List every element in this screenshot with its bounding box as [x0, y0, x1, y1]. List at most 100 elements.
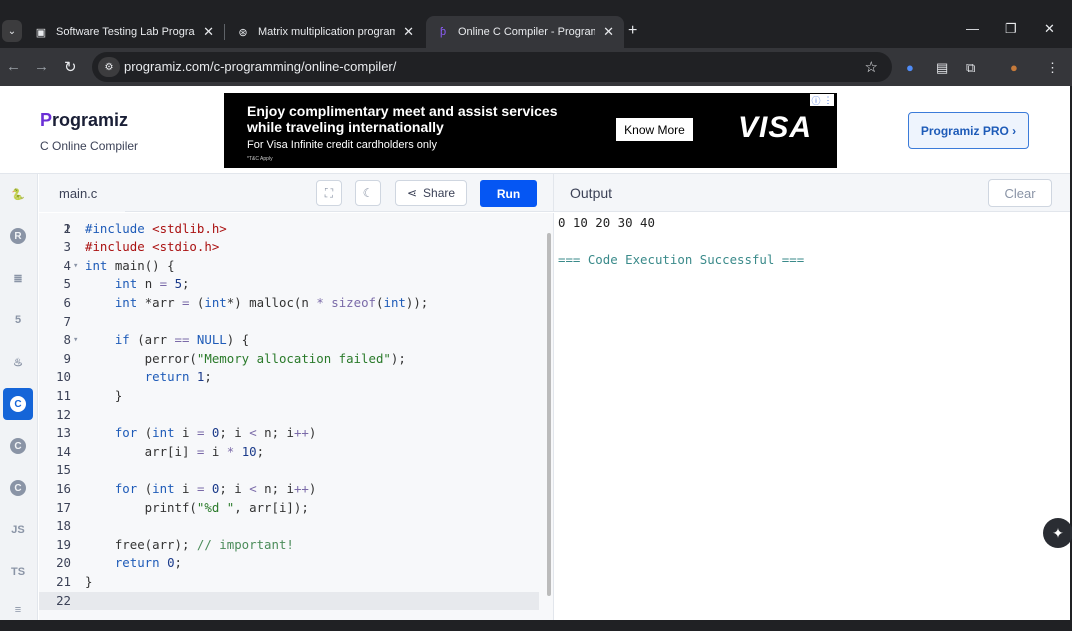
code-text: #include <stdlib.h> [85, 220, 227, 236]
lang-label: ≣ [13, 272, 23, 285]
close-tab-icon[interactable]: ✕ [603, 24, 614, 40]
ai-sparkle-icon[interactable]: ✦ [1043, 518, 1072, 548]
close-window-icon[interactable]: ✕ [1044, 21, 1055, 37]
typescript-icon[interactable]: TS [3, 556, 33, 588]
line-number: 7 [63, 313, 71, 329]
share-button[interactable]: ⋖ Share [395, 180, 467, 206]
extension-icon[interactable]: ▤ [936, 60, 948, 76]
dark-mode-icon[interactable]: ☾ [355, 180, 381, 206]
tab-search-icon[interactable]: ⌄ [2, 20, 22, 42]
code-text: return 0; [114, 555, 183, 571]
tab-software-testing[interactable]: ▣ Software Testing Lab Programs ✕ [24, 16, 224, 48]
tab-strip: ⌄ ▣ Software Testing Lab Programs ✕ ⊛ Ma… [0, 14, 1072, 48]
code-line: 9 perror("Memory allocation failed"); [39, 350, 539, 369]
browser-menu-icon[interactable]: ⋮ [1046, 60, 1059, 76]
code-text: perror("Memory allocation failed"); [85, 350, 406, 366]
logo-mark: P [40, 110, 53, 130]
minimize-icon[interactable]: — [966, 21, 979, 36]
share-label: Share [423, 186, 456, 200]
programiz-logo[interactable]: Programiz [40, 110, 128, 131]
restore-icon[interactable]: ❐ [1005, 21, 1017, 37]
close-tab-icon[interactable]: ✕ [403, 24, 414, 40]
browser-window: ⌄ ▣ Software Testing Lab Programs ✕ ⊛ Ma… [0, 0, 1072, 631]
back-icon[interactable]: ← [6, 58, 21, 75]
code-line: 4 ▾ int main() { [39, 257, 539, 276]
line-number: 3 [63, 239, 71, 255]
profile-avatar[interactable]: ● [1010, 60, 1018, 75]
reload-icon[interactable]: ↻ [64, 58, 77, 76]
editor-scrollbar[interactable] [547, 233, 551, 596]
python-icon[interactable]: 🐍 [3, 178, 33, 210]
line-number: 21 [56, 574, 71, 589]
tab-title: Matrix multiplication program [258, 26, 396, 38]
ad-know-more-button[interactable]: Know More [616, 118, 693, 141]
new-tab-button[interactable]: + [628, 22, 637, 40]
fullscreen-icon[interactable]: ⛶ [316, 180, 342, 206]
lang-label: ≡ [14, 604, 22, 616]
output-panel: 0 10 20 30 40 === Code Execution Success… [553, 213, 1070, 620]
forward-icon[interactable]: → [34, 58, 49, 75]
sql-icon[interactable]: ≣ [3, 262, 33, 294]
csharp-icon[interactable]: C [3, 472, 33, 504]
tab-title: Software Testing Lab Programs [56, 26, 196, 38]
extension-icon[interactable]: ● [906, 60, 914, 75]
fold-arrow-icon[interactable]: ▾ [73, 257, 78, 276]
url-text[interactable]: programiz.com/c-programming/online-compi… [124, 59, 396, 74]
html-icon[interactable]: 5 [3, 304, 33, 336]
run-button[interactable]: Run [480, 180, 537, 207]
line-number: 5 [63, 276, 71, 292]
lang-label: C [10, 480, 26, 496]
java-icon[interactable]: ♨ [3, 346, 33, 378]
c-icon[interactable]: C [3, 388, 33, 420]
close-tab-icon[interactable]: ✕ [203, 24, 214, 40]
line-number: 13 [56, 425, 71, 441]
cpp-icon[interactable]: C [3, 430, 33, 462]
programiz-icon: ƥ [439, 26, 447, 38]
extensions-puzzle-icon[interactable]: ⧉ [966, 60, 975, 76]
code-text: int n = 5; [114, 276, 190, 292]
editor-toolbar: main.c ⛶ ☾ ⋖ Share Run [39, 174, 553, 212]
lang-label: C [10, 396, 26, 412]
code-line: 7 [39, 313, 539, 332]
line-number: 17 [56, 499, 71, 515]
code-line: 14 arr[i] = i * 10; [39, 443, 539, 462]
code-editor[interactable]: 1 #include <stdio.h> 2 #include <stdlib.h… [39, 213, 553, 620]
logo-text: rogramiz [52, 110, 129, 130]
bookmark-star-icon[interactable]: ☆ [865, 58, 878, 76]
code-line: 12 [39, 406, 539, 425]
line-number: 20 [56, 555, 71, 571]
programiz-pro-button[interactable]: Programiz PRO › [908, 112, 1029, 149]
code-line: 18 [39, 517, 539, 536]
code-line: 16 for (int i = 0; i < n; i++) [39, 480, 539, 499]
tab-online-c-compiler[interactable]: ƥ Online C Compiler - Programiz ✕ [426, 16, 624, 48]
ad-info-icon[interactable]: ⓘ ⋮ [810, 94, 834, 106]
code-line: 11 } [39, 387, 539, 406]
line-number: 10 [56, 369, 71, 385]
line-number: 12 [56, 406, 71, 422]
file-tab[interactable]: main.c [39, 174, 125, 212]
javascript-icon[interactable]: JS [3, 514, 33, 546]
ad-subtext: For Visa Infinite credit cardholders onl… [247, 139, 437, 151]
lang-label: 🐍 [11, 188, 25, 201]
more-languages-icon[interactable]: ≡ [3, 594, 33, 626]
ad-disclaimer: *T&C Apply [247, 156, 273, 162]
code-line: 13 for (int i = 0; i < n; i++) [39, 424, 539, 443]
visa-logo: VISA [738, 111, 813, 144]
clear-button[interactable]: Clear [988, 179, 1052, 207]
code-line: 6 int *arr = (int*) malloc(n * sizeof(in… [39, 294, 539, 313]
code-line: 10 return 1; [39, 368, 539, 387]
site-info-icon[interactable]: ⚙ [98, 57, 120, 77]
tab-title: Online C Compiler - Programiz [458, 26, 596, 38]
tab-matrix[interactable]: ⊛ Matrix multiplication program ✕ [226, 16, 424, 48]
code-text: return 1; [144, 369, 212, 385]
r-icon[interactable]: R [3, 220, 33, 252]
line-number: 8 [63, 332, 71, 348]
fold-arrow-icon[interactable]: ▾ [73, 331, 78, 350]
line-number: 14 [56, 443, 71, 459]
line-number: 22 [56, 592, 71, 608]
language-sidebar: 🐍 R ≣ 5 ♨ C C C JS TS ≡ [0, 174, 38, 620]
ad-headline: Enjoy complimentary meet and assist serv… [247, 103, 558, 119]
visa-advertisement[interactable]: Enjoy complimentary meet and assist serv… [224, 93, 837, 168]
lang-label: JS [11, 524, 25, 536]
address-bar[interactable]: ⚙ programiz.com/c-programming/online-com… [92, 52, 892, 82]
